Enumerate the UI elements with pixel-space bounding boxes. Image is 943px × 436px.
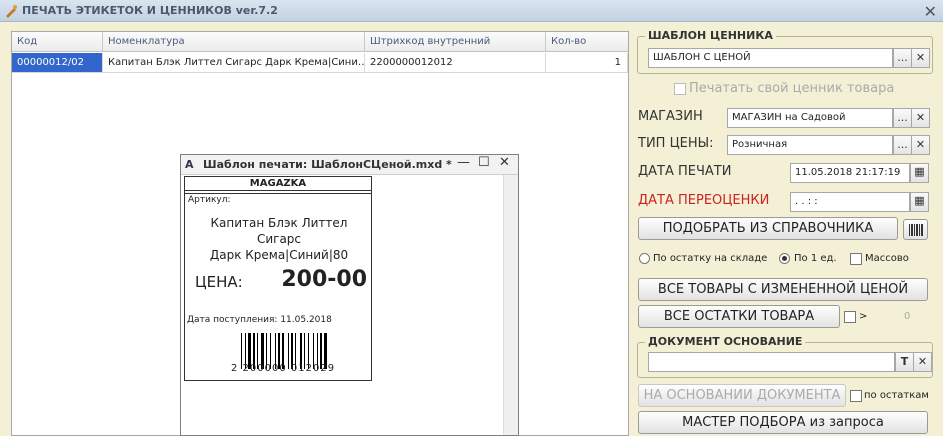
card-divider [185,193,371,194]
calendar-icon[interactable]: ▦ [910,163,929,183]
by-stock-remainders-label: по остаткам [864,390,929,401]
store-select-button[interactable]: ... [893,108,912,128]
price-tag-preview: MAGAZKA Артикул: Капитан Блэк Литтел Сиг… [184,176,372,381]
cell-name[interactable]: Капитан Блэк Литтел Сигарс Дарк Крема|Си… [103,53,365,73]
popup-close-icon[interactable]: ✕ [499,155,510,170]
maximize-icon[interactable]: ☐ [478,155,490,170]
minimize-icon[interactable]: — [457,155,470,170]
table-header: Код Номенклатура Штрихкод внутренний Кол… [12,32,628,52]
mass-checkbox[interactable] [850,253,862,265]
template-clear-button[interactable]: ✕ [911,48,930,68]
card-arrival-date: 11.05.2018 [280,315,332,325]
price-type-label: ТИП ЦЕНЫ: [638,136,714,151]
card-price-value: 200-00 [281,267,367,292]
by-stock-remainders-checkbox[interactable] [850,390,862,402]
store-label: МАГАЗИН [638,109,703,124]
card-price-label: ЦЕНА: [195,273,243,291]
template-frame-title: ШАБЛОН ЦЕННИКА [645,29,776,42]
col-header-barcode[interactable]: Штрихкод внутренний [365,32,546,52]
mass-label: Массово [865,253,909,264]
store-clear-button[interactable]: ✕ [911,108,930,128]
card-store-name: MAGAZKA [185,177,371,191]
popup-title-bar[interactable]: A Шаблон печати: ШаблонСЦеной.mxd * — ☐ … [181,155,518,175]
gt-value[interactable]: 0 [904,311,910,322]
card-name-line2: Дарк Крема|Синий|80 [209,248,349,262]
query-wizard-button[interactable]: МАСТЕР ПОДБОРА из запроса [638,411,928,434]
col-header-code[interactable]: Код [12,32,103,52]
popup-scrollbar[interactable] [503,175,518,435]
col-header-name[interactable]: Номенклатура [103,32,365,52]
template-preview-window[interactable]: A Шаблон печати: ШаблонСЦеной.mxd * — ☐ … [180,154,519,436]
gt-checkbox[interactable] [844,311,856,323]
card-name-line1: Капитан Блэк Литтел Сигарс [210,216,348,246]
card-arrival-label: Дата поступления: [187,315,278,325]
price-type-clear-button[interactable]: ✕ [911,135,930,155]
popup-title: Шаблон печати: ШаблонСЦеной.mxd * [203,158,452,171]
cell-barcode[interactable]: 2200000012012 [365,53,546,73]
template-select-button[interactable]: ... [893,48,912,68]
card-article-label: Артикул: [188,195,231,205]
window-title: ПЕЧАТЬ ЭТИКЕТОК И ЦЕННИКОВ ver.7.2 [22,4,278,17]
price-type-select-button[interactable]: ... [893,135,912,155]
base-document-field[interactable] [648,352,895,372]
gt-sign: > [859,311,868,322]
barcode-scan-icon[interactable] [903,219,928,240]
cell-code[interactable]: 00000012/02 [12,53,103,73]
print-date-label: ДАТА ПЕЧАТИ [638,164,732,179]
template-field[interactable]: ШАБЛОН С ЦЕНОЙ [648,48,893,68]
card-barcode-digits: 2 200000 012029 [231,363,336,374]
by-document-button[interactable]: НА ОСНОВАНИИ ДОКУМЕНТА [638,384,846,407]
col-header-qty[interactable]: Кол-во [546,32,628,52]
by-stock-label: По остатку на складе [653,253,768,264]
reprice-date-label: ДАТА ПЕРЕОЦЕНКИ [638,193,770,208]
card-product-name: Капитан Блэк Литтел Сигарс Дарк Крема|Си… [187,215,371,263]
table-row[interactable]: 00000012/02 Капитан Блэк Литтел Сигарс Д… [12,53,628,73]
own-tag-checkbox[interactable] [674,83,686,95]
all-stock-button[interactable]: ВСЕ ОСТАТКИ ТОВАРА [638,305,840,328]
store-field[interactable]: МАГАЗИН на Садовой [727,108,893,128]
reprice-calendar-icon[interactable]: ▦ [910,192,929,212]
all-changed-price-button[interactable]: ВСЕ ТОВАРЫ С ИЗМЕНЕННОЙ ЦЕНОЙ [638,278,928,301]
card-arrival: Дата поступления: 11.05.2018 [187,315,332,325]
print-date-field[interactable]: 11.05.2018 21:17:19 [790,163,910,183]
own-tag-label: Печатать свой ценник товара [689,81,895,96]
title-bar: ПЕЧАТЬ ЭТИКЕТОК И ЦЕННИКОВ ver.7.2 ✕ [0,0,943,22]
template-file-icon: A [185,158,194,171]
app-icon [6,5,17,18]
base-document-title: ДОКУМЕНТ ОСНОВАНИЕ [645,335,806,348]
price-type-field[interactable]: Розничная [727,135,893,155]
per-unit-label: По 1 ед. [794,253,837,264]
text-mode-button[interactable]: T [895,352,914,372]
reprice-date-field[interactable]: . . : : [790,192,910,212]
cell-qty[interactable]: 1 [546,53,628,73]
pick-from-catalog-button[interactable]: ПОДОБРАТЬ ИЗ СПРАВОЧНИКА [638,217,898,240]
per-unit-radio[interactable] [779,253,790,264]
by-stock-radio[interactable] [639,253,650,264]
base-document-clear-button[interactable]: ✕ [913,352,932,372]
window-close-icon[interactable]: ✕ [924,2,937,21]
